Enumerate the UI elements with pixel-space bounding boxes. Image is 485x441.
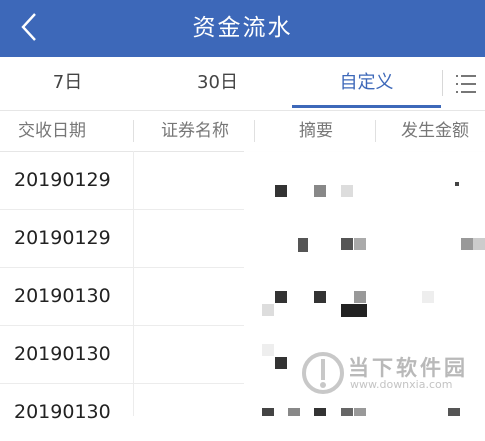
list-menu-icon — [456, 75, 476, 93]
row-date: 20190130 — [14, 343, 111, 365]
watermark-url: www.downxia.com — [350, 378, 453, 391]
watermark: 当下软件园 www.downxia.com — [300, 348, 485, 400]
redaction-pixel — [314, 291, 326, 303]
redaction-pixel — [314, 185, 326, 197]
redaction-pixel — [341, 238, 353, 250]
watermark-logo-icon — [302, 352, 344, 394]
tab-30-days[interactable]: 30日 — [165, 57, 270, 107]
column-separator — [375, 120, 376, 142]
row-date: 20190130 — [14, 285, 111, 307]
column-summary: 摘要 — [299, 121, 333, 141]
redaction-pixel — [262, 304, 274, 316]
table-header: 交收日期 证券名称 摘要 发生金额 — [0, 111, 485, 152]
redaction-pixel — [422, 291, 434, 303]
tab-divider — [442, 70, 443, 96]
redaction-pixel — [275, 291, 287, 303]
column-separator — [254, 120, 255, 142]
redaction-pixel — [341, 185, 353, 197]
redaction-pixel — [448, 408, 460, 416]
redaction-pixel — [455, 182, 459, 186]
redaction-pixel — [288, 408, 300, 416]
redaction-pixel — [473, 238, 485, 250]
redaction-pixel — [341, 304, 367, 317]
redaction-pixel — [461, 238, 473, 250]
column-settle-date: 交收日期 — [18, 121, 86, 141]
row-date: 20190129 — [14, 169, 111, 191]
redaction-pixel — [314, 408, 326, 416]
column-divider — [133, 151, 134, 416]
tab-7-days[interactable]: 7日 — [20, 57, 115, 107]
menu-button[interactable] — [452, 70, 480, 98]
redaction-pixel — [354, 238, 366, 250]
column-separator — [133, 120, 134, 142]
redaction-pixel — [354, 408, 366, 416]
page-title: 资金流水 — [192, 15, 293, 41]
redaction-pixel — [341, 408, 353, 416]
tab-custom[interactable]: 自定义 — [292, 57, 441, 107]
row-date: 20190129 — [14, 227, 111, 249]
column-amount: 发生金额 — [401, 121, 469, 141]
column-security-name: 证券名称 — [161, 121, 229, 141]
redaction-pixel — [354, 291, 366, 303]
app-header: 资金流水 — [0, 0, 485, 57]
redaction-pixel — [275, 357, 287, 369]
redaction-pixel — [275, 185, 287, 197]
row-date: 20190130 — [14, 401, 111, 423]
redaction-pixel — [262, 344, 274, 356]
redaction-pixel — [298, 238, 308, 252]
date-range-tabs: 7日 30日 自定义 — [0, 57, 485, 111]
active-tab-indicator — [292, 105, 441, 108]
redaction-pixel — [262, 408, 274, 416]
